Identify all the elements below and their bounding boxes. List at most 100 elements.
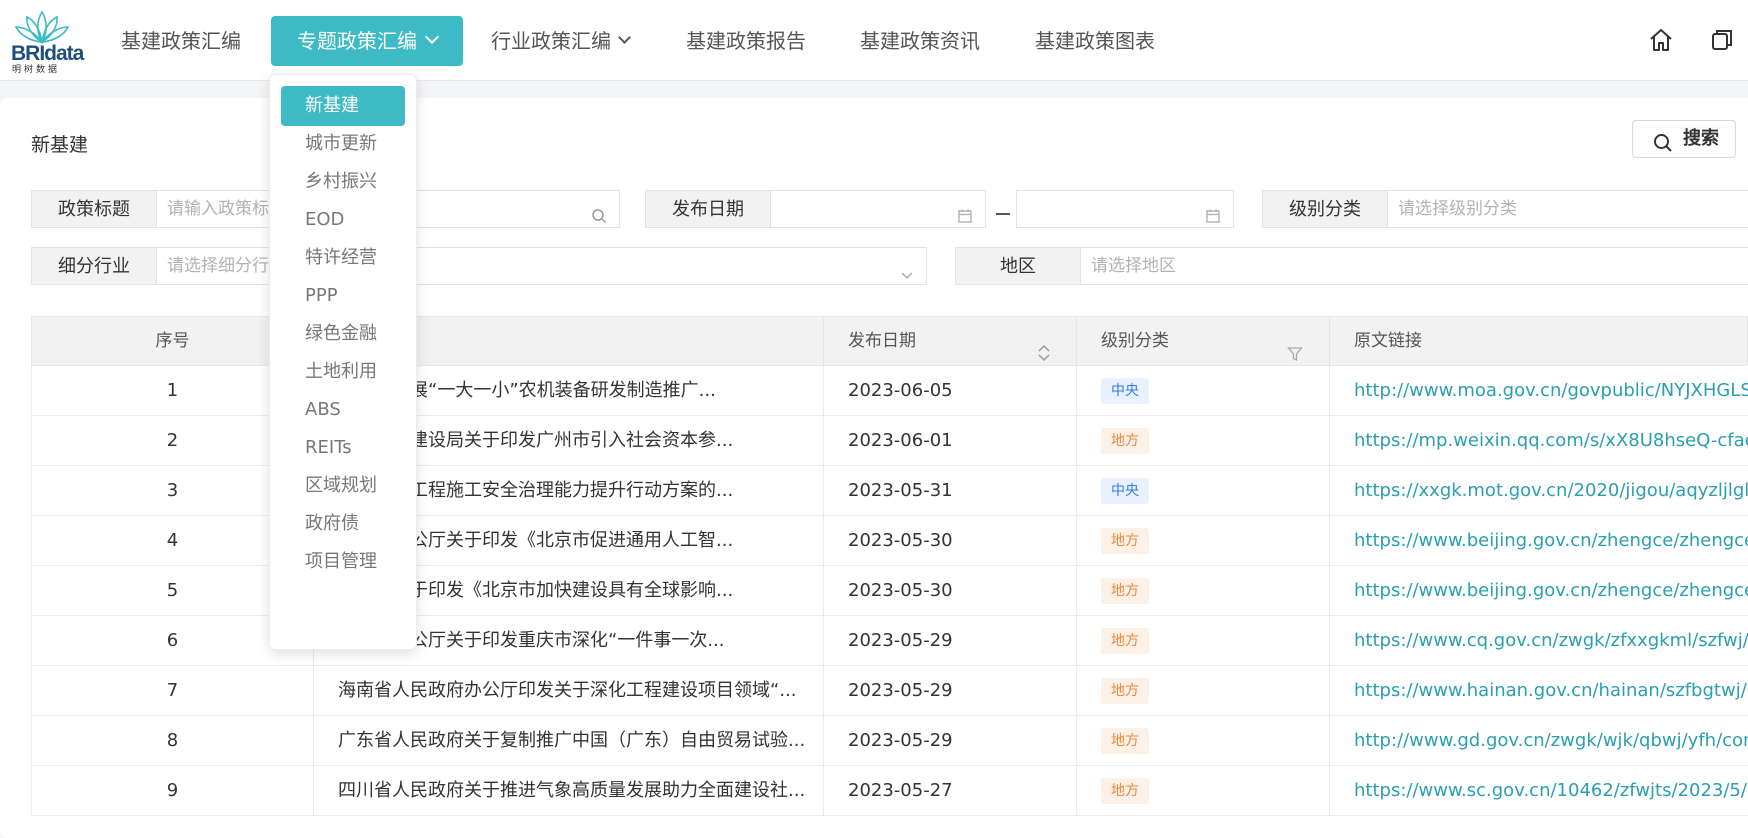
row-index: 8: [32, 716, 314, 765]
row-source-link[interactable]: https://www.beijing.gov.cn/zhengce/zheng…: [1330, 516, 1748, 565]
row-source-link[interactable]: https://mp.weixin.qq.com/s/xX8U8hseQ-cfa…: [1330, 416, 1748, 465]
level-tag: 中央: [1101, 378, 1149, 404]
header-level: 级别分类: [1077, 317, 1330, 365]
row-level: 地方: [1077, 666, 1330, 715]
row-level: 地方: [1077, 566, 1330, 615]
date-start-input[interactable]: [770, 190, 986, 228]
level-tag: 中央: [1101, 478, 1149, 504]
row-title[interactable]: 广东省人民政府关于复制推广中国（广东）自由贸易试验...: [314, 716, 824, 765]
nav-item-label: 基建政策资讯: [860, 29, 980, 53]
dropdown-item[interactable]: REITs: [281, 428, 405, 468]
level-tag: 地方: [1101, 578, 1149, 604]
row-source-link[interactable]: http://www.moa.gov.cn/govpublic/NYJXHGLS…: [1330, 366, 1748, 415]
table-row[interactable]: 9 四川省人民政府关于推进气象高质量发展助力全面建设社... 2023-05-27 地…: [31, 766, 1748, 816]
dropdown-item[interactable]: 区域规划: [281, 466, 405, 506]
nav-item-label: 基建政策图表: [1035, 29, 1155, 53]
page-title: 新基建: [31, 134, 89, 156]
date-end-input[interactable]: [1016, 190, 1234, 228]
level-tag: 地方: [1101, 628, 1149, 654]
policy-title-label: 政策标题: [31, 190, 157, 228]
search-button-label: 搜索: [1683, 128, 1719, 149]
nav-item-label: 基建政策报告: [686, 29, 806, 53]
region-placeholder: 请选择地区: [1091, 256, 1176, 276]
chevron-down-icon: [424, 29, 440, 45]
row-date: 2023-05-29: [824, 616, 1077, 665]
search-button[interactable]: 搜索: [1632, 120, 1736, 158]
nav-item-label: 基建政策汇编: [121, 29, 241, 53]
row-date: 2023-05-29: [824, 666, 1077, 715]
dropdown-item[interactable]: 政府债: [281, 504, 405, 544]
row-source-link[interactable]: http://www.gd.gov.cn/zwgk/wjk/qbwj/yfh/c…: [1330, 716, 1748, 765]
level-tag: 地方: [1101, 728, 1149, 754]
chevron-down-icon: [618, 31, 631, 44]
calendar-icon: [957, 201, 973, 227]
nav-item-policy-report[interactable]: 基建政策报告: [686, 16, 806, 66]
header-link: 原文链接: [1354, 331, 1422, 351]
row-source-link[interactable]: https://www.beijing.gov.cn/zhengce/zheng…: [1330, 566, 1748, 615]
level-category-select[interactable]: 请选择级别分类: [1387, 190, 1748, 228]
table-row[interactable]: 8 广东省人民政府关于复制推广中国（广东）自由贸易试验... 2023-05-29 地…: [31, 716, 1748, 766]
dropdown-item[interactable]: ABS: [281, 390, 405, 430]
row-source-link[interactable]: https://www.hainan.gov.cn/hainan/szfbgtw…: [1330, 666, 1748, 715]
row-title[interactable]: 四川省人民政府关于推进气象高质量发展助力全面建设社...: [314, 766, 824, 815]
row-index: 7: [32, 666, 314, 715]
level-category-label: 级别分类: [1262, 190, 1388, 228]
row-date: 2023-06-05: [824, 366, 1077, 415]
sub-industry-label: 细分行业: [31, 247, 157, 285]
dropdown-item[interactable]: PPP: [281, 276, 405, 316]
dropdown-item[interactable]: 绿色金融: [281, 314, 405, 354]
row-source-link[interactable]: https://www.sc.gov.cn/10462/zfwjts/2023/…: [1330, 766, 1748, 815]
row-date: 2023-05-27: [824, 766, 1077, 815]
nav-item-label: 专题政策汇编: [297, 29, 417, 53]
level-tag: 地方: [1101, 678, 1149, 704]
dropdown-item[interactable]: 土地利用: [281, 352, 405, 392]
level-tag: 地方: [1101, 528, 1149, 554]
dropdown-item[interactable]: 项目管理: [281, 542, 405, 582]
row-level: 地方: [1077, 766, 1330, 815]
row-level: 中央: [1077, 366, 1330, 415]
header-level-label: 级别分类: [1101, 331, 1169, 351]
row-date: 2023-06-01: [824, 416, 1077, 465]
region-select[interactable]: 请选择地区: [1080, 247, 1748, 285]
row-source-link[interactable]: https://www.cq.gov.cn/zwgk/zfxxgkml/szfw…: [1330, 616, 1748, 665]
nav-item-industry-policy[interactable]: 行业政策汇编: [491, 16, 631, 66]
header-date[interactable]: 发布日期: [824, 317, 1077, 365]
row-level: 地方: [1077, 616, 1330, 665]
topic-policy-dropdown: 新基建 城市更新 乡村振兴 EOD 特许经营 PPP 绿色金融 土地利用 ABS REITs 区域规…: [269, 74, 417, 650]
home-icon[interactable]: [1647, 26, 1675, 54]
nav-item-policy-charts[interactable]: 基建政策图表: [1035, 16, 1155, 66]
dropdown-item[interactable]: 特许经营: [281, 238, 405, 278]
nav-item-policy-news[interactable]: 基建政策资讯: [860, 16, 980, 66]
level-category-placeholder: 请选择级别分类: [1398, 199, 1517, 219]
nav-item-label: 行业政策汇编: [491, 29, 611, 53]
date-range-separator: [996, 213, 1010, 215]
sub-industry-placeholder: 请选择细分行: [167, 256, 269, 276]
row-level: 地方: [1077, 716, 1330, 765]
top-navigation-bar: BRIdata 明树数据 基建政策汇编 专题政策汇编 行业政策汇编 基建政策报告…: [0, 0, 1748, 81]
dropdown-item[interactable]: 新基建: [281, 86, 405, 126]
search-icon[interactable]: [591, 201, 607, 227]
logo-subtext: 明树数据: [12, 65, 61, 75]
row-level: 地方: [1077, 516, 1330, 565]
level-tag: 地方: [1101, 778, 1149, 804]
table-row[interactable]: 7 海南省人民政府办公厅印发关于深化工程建设项目领域“... 2023-05-29 地…: [31, 666, 1748, 716]
bridata-logo[interactable]: BRIdata 明树数据: [10, 8, 84, 75]
chevron-down-icon: [900, 259, 914, 284]
row-level: 中央: [1077, 466, 1330, 515]
row-source-link[interactable]: https://xxgk.mot.gov.cn/2020/jigou/aqyzl…: [1330, 466, 1748, 515]
window-icon[interactable]: [1708, 26, 1736, 54]
row-date: 2023-05-30: [824, 566, 1077, 615]
row-date: 2023-05-31: [824, 466, 1077, 515]
calendar-icon: [1205, 201, 1221, 227]
dropdown-item[interactable]: 乡村振兴: [281, 162, 405, 202]
row-date: 2023-05-29: [824, 716, 1077, 765]
row-title[interactable]: 海南省人民政府办公厅印发关于深化工程建设项目领域“...: [314, 666, 824, 715]
policy-title-placeholder: 请输入政策标: [167, 199, 269, 219]
level-tag: 地方: [1101, 428, 1149, 454]
region-label: 地区: [955, 247, 1081, 285]
nav-item-topic-policy[interactable]: 专题政策汇编: [271, 16, 463, 66]
dropdown-item[interactable]: EOD: [281, 200, 405, 240]
nav-item-infrastructure-policy[interactable]: 基建政策汇编: [121, 16, 241, 66]
dropdown-item[interactable]: 城市更新: [281, 124, 405, 164]
search-icon: [1653, 130, 1673, 166]
